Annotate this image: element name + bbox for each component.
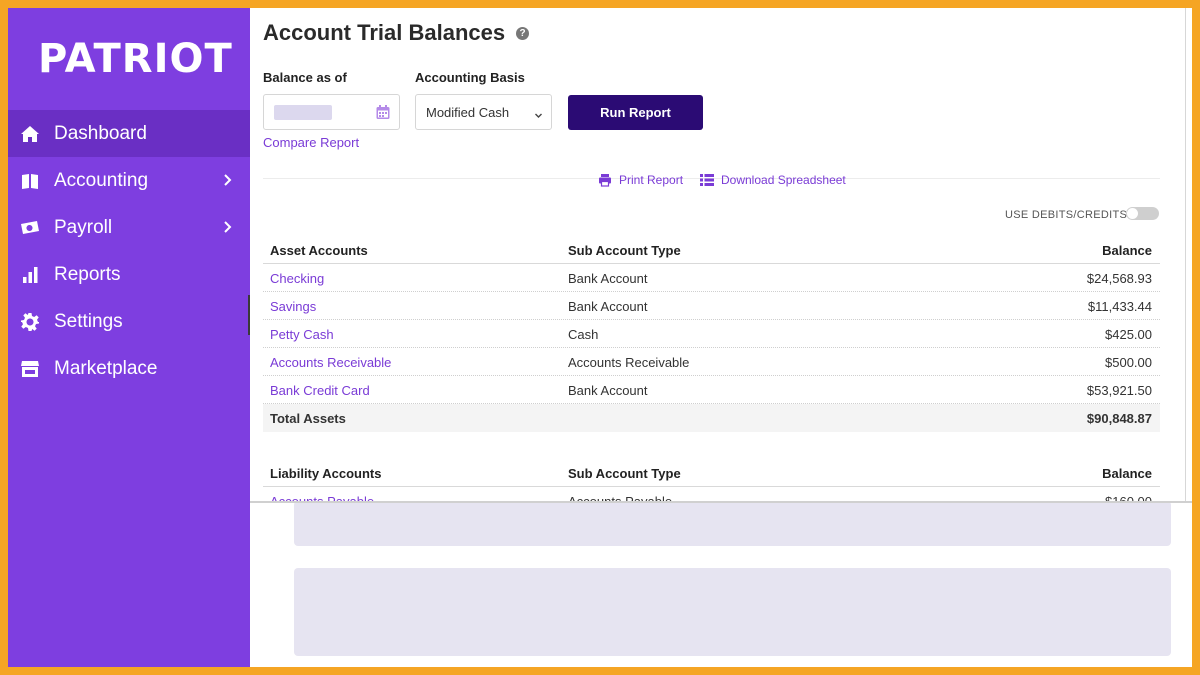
sidebar-nav: Dashboard Accounting Payroll Reports Set…	[8, 110, 250, 392]
chevron-down-icon	[534, 108, 543, 118]
balance-value: $425.00	[1105, 327, 1152, 342]
placeholder-block	[294, 568, 1171, 656]
sidebar-item-label: Settings	[54, 310, 123, 332]
main-content: Account Trial Balances ? Balance as of A…	[250, 8, 1192, 667]
account-link[interactable]: Bank Credit Card	[270, 383, 370, 398]
sub-account-type: Bank Account	[568, 299, 648, 314]
balance-value: $53,921.50	[1086, 383, 1152, 398]
printer-icon	[599, 174, 611, 187]
chevron-right-icon	[222, 170, 234, 190]
compare-report-link[interactable]: Compare Report	[263, 135, 359, 150]
sidebar-item-label: Reports	[54, 263, 121, 285]
balance-value: $500.00	[1105, 355, 1152, 370]
help-icon[interactable]: ?	[516, 27, 529, 40]
account-link[interactable]: Checking	[270, 271, 324, 286]
table-row: Accounts Receivable Accounts Receivable …	[263, 348, 1160, 376]
download-spreadsheet-link[interactable]: Download Spreadsheet	[700, 173, 846, 187]
balance-as-of-label: Balance as of	[263, 70, 347, 85]
print-report-link[interactable]: Print Report	[598, 173, 683, 187]
home-icon	[20, 124, 40, 144]
column-header: Liability Accounts	[270, 466, 382, 481]
download-spreadsheet-label: Download Spreadsheet	[721, 173, 846, 187]
scrollbar-track[interactable]	[1185, 8, 1186, 501]
sidebar-item-label: Payroll	[54, 216, 113, 238]
sub-account-type: Bank Account	[568, 383, 648, 398]
sidebar-item-accounting[interactable]: Accounting	[8, 157, 250, 204]
column-header: Balance	[1102, 243, 1152, 258]
table-row: Checking Bank Account $24,568.93	[263, 264, 1160, 292]
page-title: Account Trial Balances	[263, 20, 506, 45]
sidebar: PATRIOT Dashboard Accounting Payroll Rep…	[8, 8, 250, 667]
list-icon	[700, 174, 714, 186]
sidebar-item-label: Dashboard	[54, 122, 147, 144]
gear-icon	[20, 312, 40, 332]
column-header: Asset Accounts	[270, 243, 368, 258]
sidebar-item-label: Accounting	[54, 169, 149, 191]
bar-chart-icon	[20, 265, 40, 285]
total-label: Total Assets	[270, 411, 346, 426]
placeholder-block	[294, 501, 1171, 546]
balance-date-input[interactable]	[263, 94, 400, 130]
table-header-row: Asset Accounts Sub Account Type Balance	[263, 236, 1160, 264]
accounting-basis-value: Modified Cash	[426, 105, 510, 120]
balance-value: $11,433.44	[1087, 299, 1152, 314]
app-frame: PATRIOT Dashboard Accounting Payroll Rep…	[8, 8, 1192, 667]
run-report-button[interactable]: Run Report	[568, 95, 703, 130]
calendar-icon[interactable]	[375, 104, 391, 120]
accounting-basis-label: Accounting Basis	[415, 70, 525, 85]
sidebar-item-payroll[interactable]: Payroll	[8, 204, 250, 251]
sidebar-item-reports[interactable]: Reports	[8, 251, 250, 298]
sub-account-type: Bank Account	[568, 271, 648, 286]
lower-content-area	[250, 501, 1192, 667]
debits-credits-label: USE DEBITS/CREDITS	[1005, 209, 1128, 221]
column-header: Sub Account Type	[568, 243, 681, 258]
date-value-redacted	[274, 105, 332, 120]
sidebar-item-marketplace[interactable]: Marketplace	[8, 345, 250, 392]
account-link[interactable]: Petty Cash	[270, 327, 334, 342]
sidebar-item-label: Marketplace	[54, 357, 158, 379]
asset-accounts-table: Asset Accounts Sub Account Type Balance …	[263, 236, 1160, 432]
toggle-knob	[1127, 208, 1138, 219]
sidebar-item-settings[interactable]: Settings	[8, 298, 250, 345]
total-value: $90,848.87	[1086, 411, 1152, 426]
sub-account-type: Cash	[568, 327, 599, 342]
viewport-edge	[250, 501, 1192, 503]
patriot-logo[interactable]: PATRIOT	[38, 34, 232, 84]
table-row: Bank Credit Card Bank Account $53,921.50	[263, 376, 1160, 404]
money-icon	[20, 218, 40, 238]
sidebar-item-dashboard[interactable]: Dashboard	[8, 110, 250, 157]
account-link[interactable]: Accounts Receivable	[270, 355, 391, 370]
chevron-right-icon	[222, 217, 234, 237]
table-row: Petty Cash Cash $425.00	[263, 320, 1160, 348]
account-link[interactable]: Savings	[270, 299, 316, 314]
accounting-basis-select[interactable]: Modified Cash	[415, 94, 552, 130]
column-header: Sub Account Type	[568, 466, 681, 481]
table-row: Savings Bank Account $11,433.44	[263, 292, 1160, 320]
column-header: Balance	[1102, 466, 1152, 481]
print-report-label: Print Report	[619, 173, 684, 187]
book-icon	[20, 171, 40, 191]
sub-account-type: Accounts Receivable	[568, 355, 690, 370]
total-assets-row: Total Assets $90,848.87	[263, 404, 1160, 432]
store-icon	[20, 359, 40, 379]
balance-value: $24,568.93	[1086, 271, 1152, 286]
debits-credits-toggle[interactable]	[1126, 207, 1159, 220]
table-header-row: Liability Accounts Sub Account Type Bala…	[263, 459, 1160, 487]
